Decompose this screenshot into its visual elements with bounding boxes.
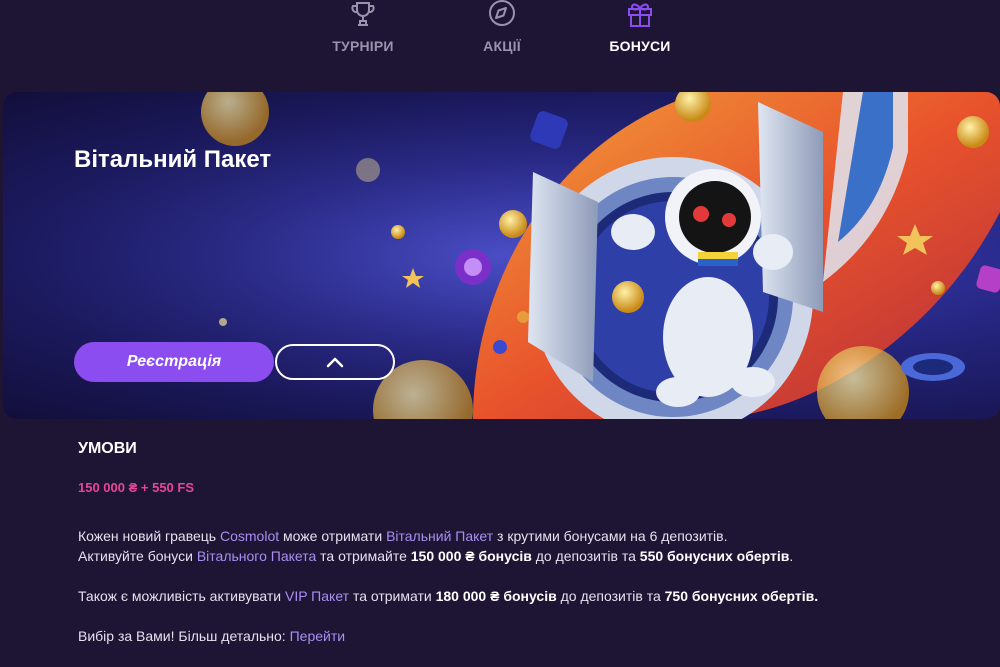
gift-icon <box>628 3 652 27</box>
terms-title: УМОВИ <box>78 440 137 457</box>
welcome-package-link-2[interactable]: Вітального Пакета <box>197 548 316 564</box>
nav-tab-label: АКЦІЇ <box>483 38 521 54</box>
nav-tab-label: БОНУСИ <box>609 38 671 54</box>
bonus-amount: 150 000 ₴ бонусів <box>410 548 532 564</box>
chevron-up-icon <box>326 357 344 368</box>
spins-amount: 550 бонусних обертів <box>639 548 790 564</box>
text: та отримати <box>349 588 436 604</box>
text: з крутими бонусами на 6 депозитів. <box>493 528 728 544</box>
text: до депозитів та <box>556 588 665 604</box>
details-link[interactable]: Перейти <box>290 628 345 644</box>
register-button[interactable]: Реєстрація <box>74 342 274 382</box>
collapse-button[interactable] <box>275 344 395 380</box>
banner-title: Вітальний Пакет <box>74 146 272 173</box>
text: Активуйте бонуси <box>78 548 197 564</box>
trophy-icon <box>351 2 375 26</box>
text: . <box>789 548 794 564</box>
nav-tab-tournaments[interactable]: ТУРНІРИ <box>308 0 418 70</box>
welcome-package-link[interactable]: Вітальний Пакет <box>386 528 493 544</box>
nav-tab-promos[interactable]: АКЦІЇ <box>447 0 557 70</box>
vip-bonus-amount: 180 000 ₴ бонусів <box>435 588 557 604</box>
vip-package-link[interactable]: VIP Пакет <box>285 588 349 604</box>
text: Кожен новий гравець <box>78 528 220 544</box>
nav-tab-label: ТУРНІРИ <box>332 38 394 54</box>
text: та отримайте <box>316 548 411 564</box>
vip-description: Також є можливість активувати VIP Пакет … <box>78 586 818 606</box>
offer-amount: 150 000 ₴ + 550 FS <box>78 480 195 495</box>
vip-spins-amount: 750 бонусних обертів. <box>664 588 819 604</box>
text: може отримати <box>279 528 387 544</box>
compass-icon <box>489 0 515 26</box>
top-nav: ТУРНІРИ АКЦІЇ БОНУСИ <box>0 0 1000 84</box>
more-info: Вибір за Вами! Більш детально: Перейти <box>78 626 345 646</box>
text: до депозитів та <box>531 548 640 564</box>
text: Вибір за Вами! Більш детально: <box>78 628 290 644</box>
cosmolot-link[interactable]: Cosmolot <box>220 528 279 544</box>
terms-section: УМОВИ 150 000 ₴ + 550 FS Кожен новий гра… <box>78 440 938 644</box>
nav-tab-bonuses[interactable]: БОНУСИ <box>585 0 695 70</box>
text: Також є можливість активувати <box>78 588 285 604</box>
welcome-description: Кожен новий гравець Cosmolot може отрима… <box>78 526 793 566</box>
hero-banner: Вітальний Пакет Реєстрація <box>3 92 1000 419</box>
